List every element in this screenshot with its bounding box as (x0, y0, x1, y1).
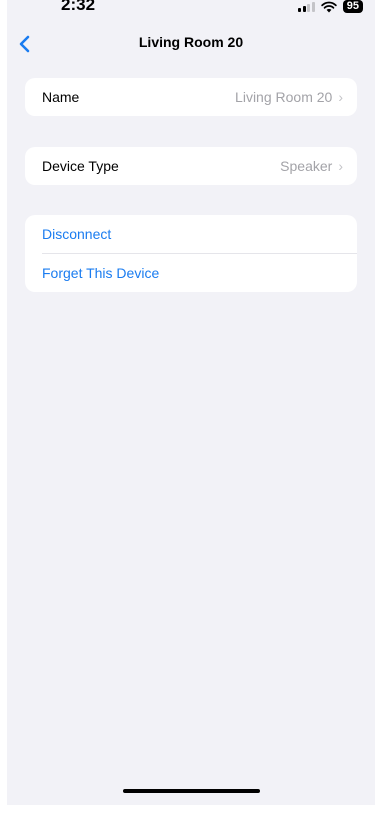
device-type-label: Device Type (42, 158, 119, 174)
chevron-right-icon: › (338, 158, 343, 174)
wifi-icon (321, 1, 337, 12)
forget-device-label: Forget This Device (42, 265, 160, 281)
device-type-group: Device Type Speaker › (25, 147, 357, 185)
name-value: Living Room 20 (235, 89, 333, 105)
status-bar: 2:32 95 (7, 0, 375, 24)
page-title: Living Room 20 (138, 34, 244, 50)
home-indicator (123, 789, 260, 793)
name-label: Name (42, 89, 80, 105)
name-group: Name Living Room 20 › (25, 78, 357, 116)
navigation-bar: Living Room 20 (7, 28, 375, 62)
disconnect-label: Disconnect (42, 226, 112, 242)
disconnect-button[interactable]: Disconnect (25, 215, 357, 253)
name-row[interactable]: Name Living Room 20 › (25, 78, 357, 116)
forget-device-button[interactable]: Forget This Device (25, 254, 357, 292)
cellular-signal-icon (298, 1, 315, 12)
chevron-right-icon: › (338, 89, 343, 105)
status-time: 2:32 (61, 0, 96, 14)
settings-screen: 2:32 95 Living Room 20 Name Living Room … (7, 0, 375, 805)
battery-icon: 95 (342, 0, 363, 13)
status-icons: 95 (298, 0, 363, 13)
device-type-value: Speaker (280, 158, 333, 174)
actions-group: Disconnect Forget This Device (25, 215, 357, 292)
device-type-row[interactable]: Device Type Speaker › (25, 147, 357, 185)
